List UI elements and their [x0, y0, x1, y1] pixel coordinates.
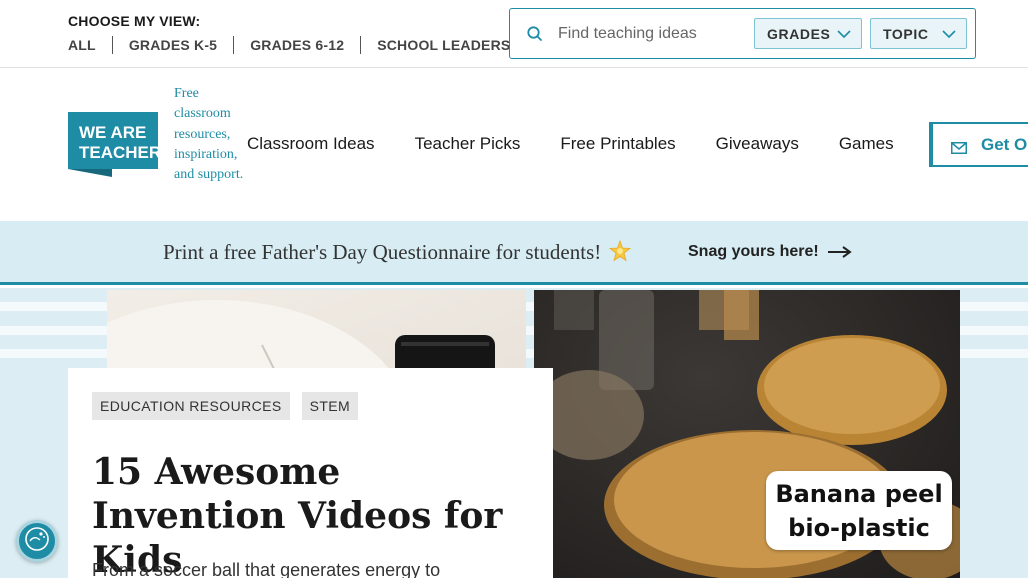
site-logo[interactable]: WE ARE TEACHERS: [68, 112, 173, 177]
view-link-all[interactable]: ALL: [68, 36, 112, 54]
newsletter-signup-label: Get Ou: [981, 134, 1028, 154]
article-card: EDUCATION RESOURCES STEM 15 Awesome Inve…: [68, 368, 553, 578]
logo-line-2: TEACHERS: [79, 143, 158, 162]
nav-item-teacher-picks[interactable]: Teacher Picks: [415, 134, 521, 154]
mail-icon: [951, 139, 967, 154]
nav-item-games[interactable]: Games: [839, 134, 894, 154]
chevron-down-icon: [837, 27, 851, 41]
promo-link-label: Snag yours here!: [688, 243, 819, 260]
nav-item-free-printables[interactable]: Free Printables: [560, 134, 675, 154]
topic-dropdown-label: TOPIC: [883, 25, 929, 42]
main-nav: Classroom Ideas Teacher Picks Free Print…: [247, 134, 934, 154]
hero-image-caption: Banana peel bio-plastic: [766, 471, 952, 550]
nav-item-classroom-ideas[interactable]: Classroom Ideas: [247, 134, 375, 154]
promo-banner: Print a free Father's Day Questionnaire …: [0, 221, 1028, 285]
logo-line-1: WE ARE: [79, 123, 146, 142]
nav-item-giveaways[interactable]: Giveaways: [716, 134, 799, 154]
arrow-right-icon: [827, 245, 853, 259]
view-link-grades-6-12[interactable]: GRADES 6-12: [233, 36, 360, 54]
view-selector-label: CHOOSE MY VIEW:: [68, 13, 201, 29]
promo-text: Print a free Father's Day Questionnaire …: [163, 240, 602, 264]
accessibility-icon: [24, 526, 50, 557]
chevron-down-icon: [942, 27, 956, 41]
search-icon[interactable]: [526, 25, 544, 43]
view-link-school-leaders[interactable]: SCHOOL LEADERS: [360, 36, 526, 54]
sparkle-star-icon: [608, 239, 631, 262]
topic-dropdown[interactable]: TOPIC: [870, 18, 967, 49]
article-tags: EDUCATION RESOURCES STEM: [92, 392, 370, 420]
view-link-grades-k5[interactable]: GRADES K-5: [111, 36, 233, 54]
article-description: From a soccer ball that generates energy…: [92, 560, 441, 578]
search-bar: GRADES TOPIC: [509, 8, 976, 59]
view-selector: ALL GRADES K-5 GRADES 6-12 SCHOOL LEADER…: [68, 36, 526, 54]
tag-education-resources[interactable]: EDUCATION RESOURCES: [92, 392, 290, 420]
accessibility-widget-button[interactable]: [16, 520, 58, 562]
grades-dropdown[interactable]: GRADES: [754, 18, 862, 49]
grades-dropdown-label: GRADES: [767, 25, 831, 42]
tag-stem[interactable]: STEM: [301, 392, 359, 420]
utility-bar: CHOOSE MY VIEW: ALL GRADES K-5 GRADES 6-…: [0, 0, 1028, 68]
newsletter-signup-button[interactable]: Get Ou: [929, 122, 1028, 167]
promo-text-wrap: Print a free Father's Day Questionnaire …: [163, 239, 631, 265]
featured-article-hero: Banana peel bio-plastic EDUCATION RESOUR…: [0, 288, 1028, 578]
promo-link[interactable]: Snag yours here!: [688, 243, 853, 261]
site-tagline: Free classroom resources, inspiration, a…: [174, 86, 244, 183]
site-header: WE ARE TEACHERS Free classroom resources…: [0, 68, 1028, 221]
search-input[interactable]: [558, 21, 748, 47]
